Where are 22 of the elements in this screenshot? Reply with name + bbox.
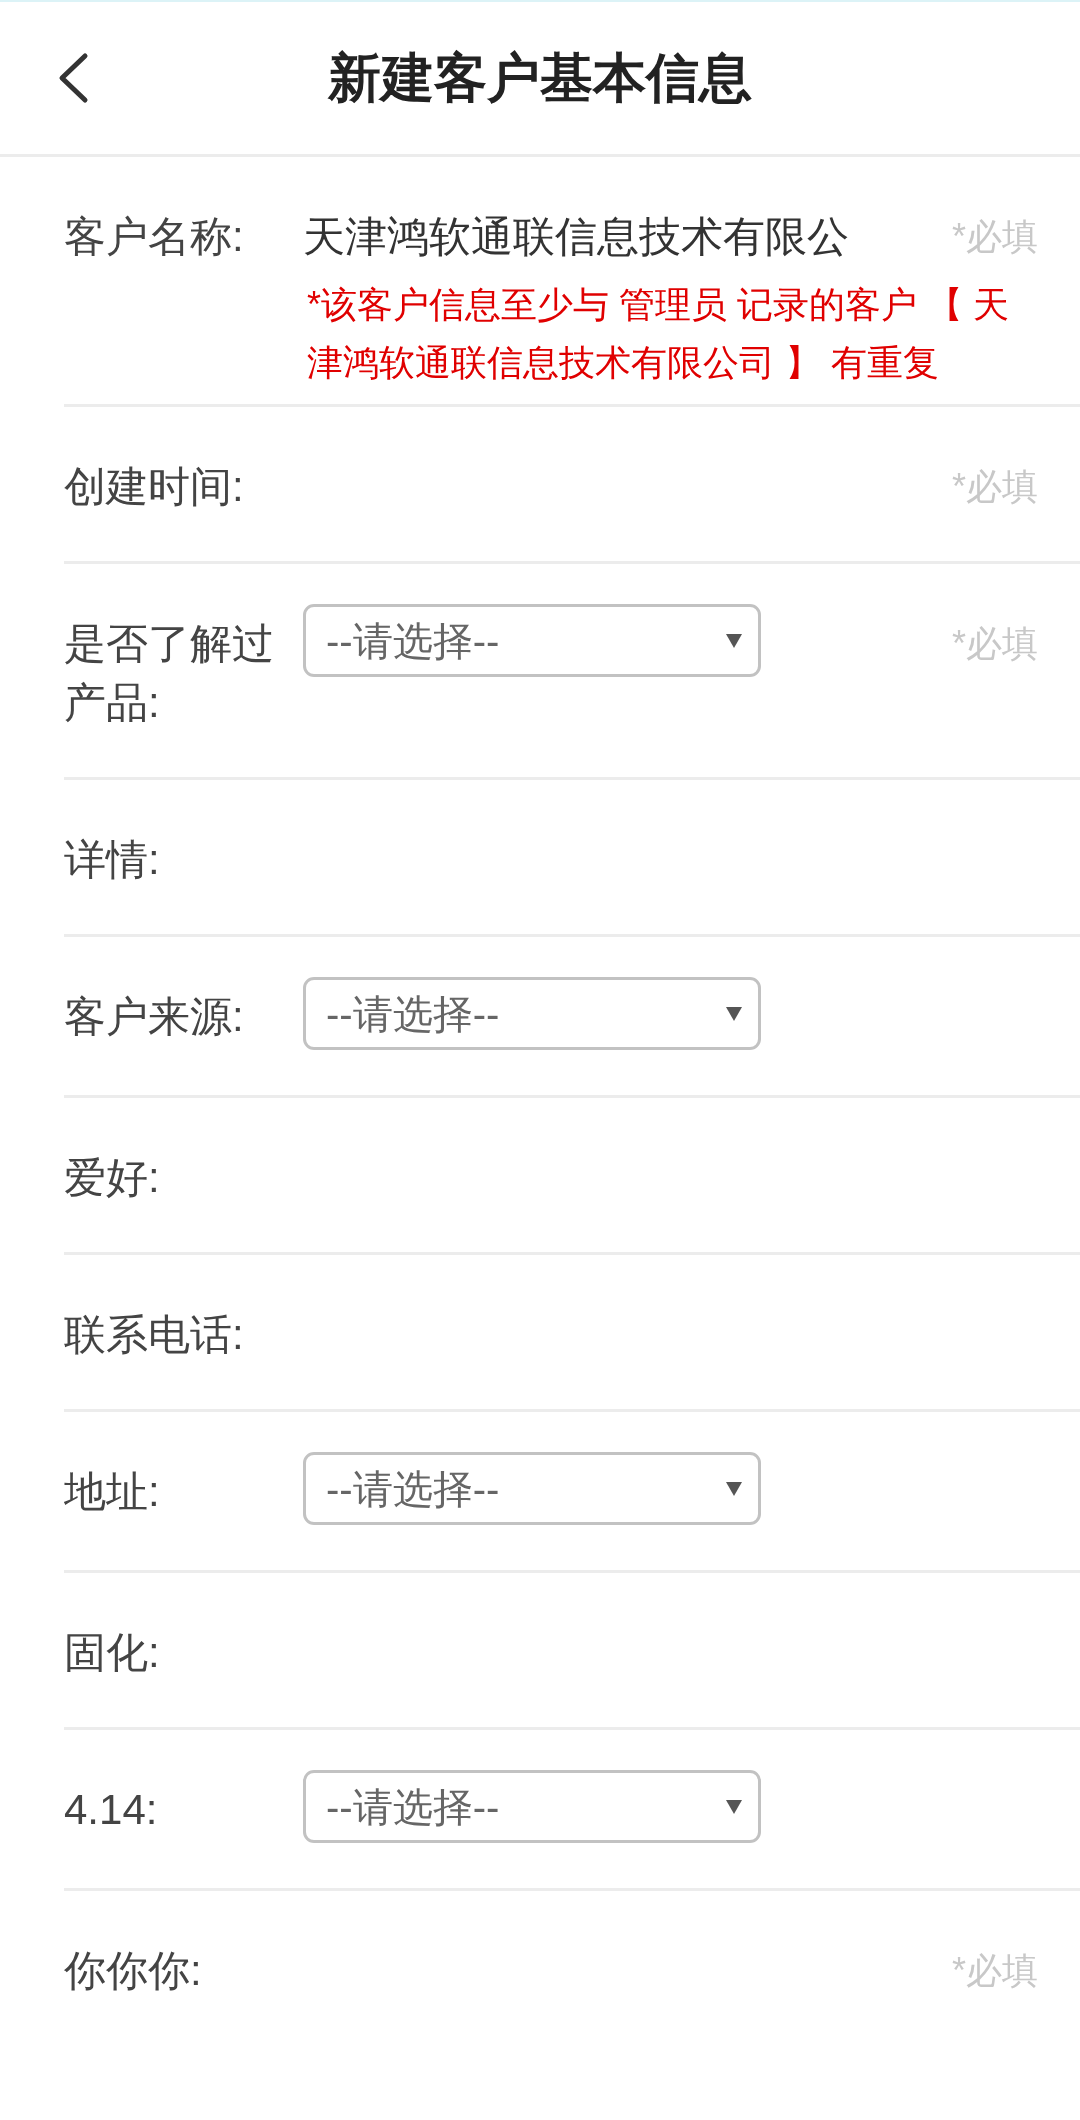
dropdown-select[interactable]: --请选择-- [303, 1452, 761, 1525]
caret-down-icon [726, 1006, 742, 1021]
caret-down-icon [726, 633, 742, 648]
caret-down-icon [726, 1799, 742, 1814]
field-label: 4.14: [64, 1785, 158, 1835]
dropdown-select[interactable]: --请选择-- [303, 1770, 761, 1843]
field-label: 详情: [64, 835, 160, 885]
field-label: 是否了解过产品: [64, 619, 275, 728]
field-label: 你你你: [64, 1946, 202, 1996]
field-label: 爱好: [64, 1153, 160, 1203]
text-input-field[interactable]: 天津鸿软通联信息技术有限公 [303, 207, 849, 266]
duplicate-warning: *该客户信息至少与 管理员 记录的客户 【 天津鸿软通联信息技术有限公司 】 有重复 [307, 283, 1011, 385]
caret-down-icon [726, 1481, 742, 1496]
field-label: 地址: [64, 1467, 160, 1517]
page-title: 新建客户基本信息 [328, 47, 752, 109]
dropdown-select[interactable]: --请选择-- [303, 604, 761, 677]
field-label: 客户名称: [64, 212, 244, 262]
dropdown-select[interactable]: --请选择-- [303, 977, 761, 1050]
field-label: 固化: [64, 1628, 160, 1678]
field-label: 联系电话: [64, 1310, 244, 1360]
field-label: 客户来源: [64, 992, 244, 1042]
field-label: 创建时间: [64, 462, 244, 512]
